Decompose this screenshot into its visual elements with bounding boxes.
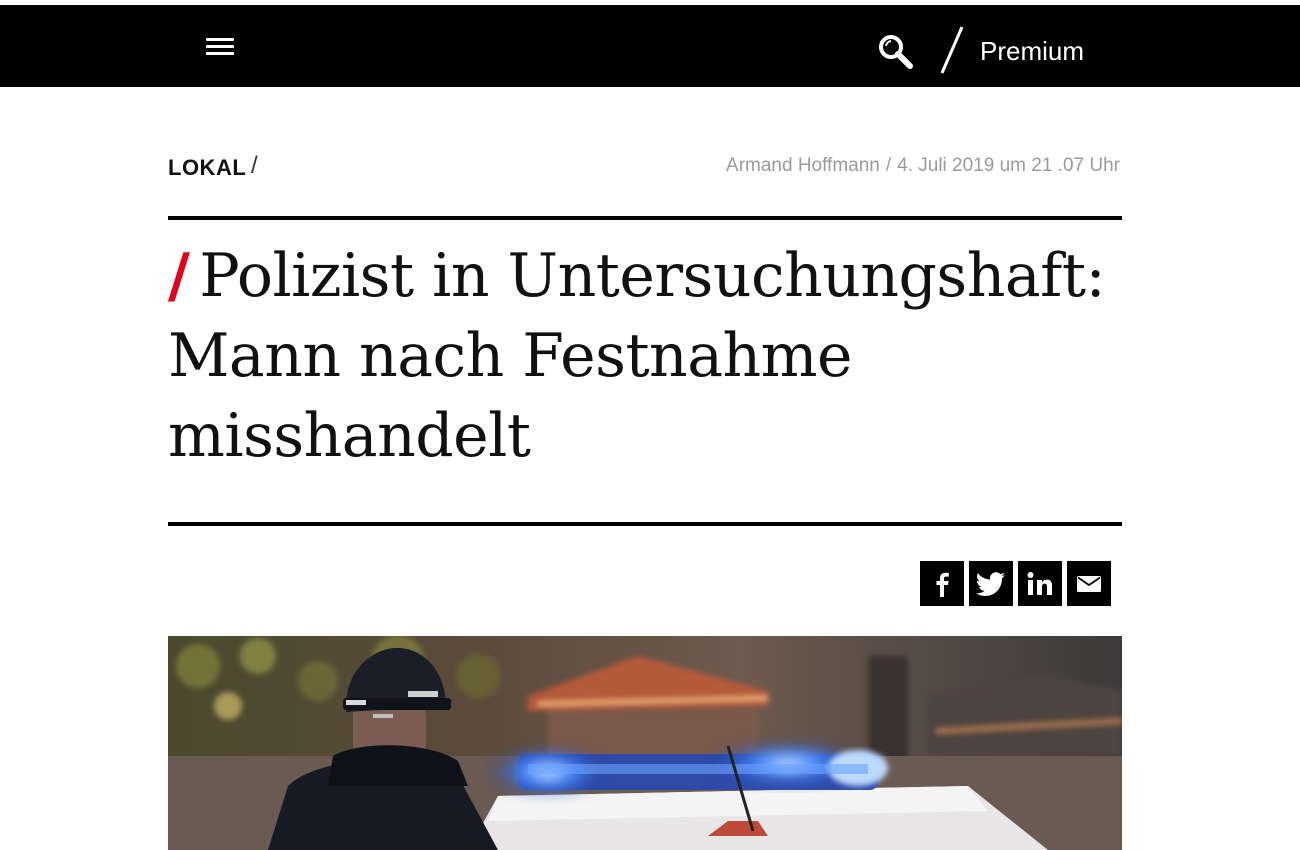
email-share-button[interactable] <box>1067 561 1111 606</box>
headline-bottom-rule <box>168 522 1122 526</box>
headline-accent-slash: / <box>168 241 190 311</box>
nav-slash-divider <box>940 26 964 74</box>
email-icon <box>1077 575 1101 592</box>
section-separator: / <box>251 152 258 179</box>
section-label[interactable]: LOKAL <box>168 155 246 181</box>
twitter-share-button[interactable] <box>969 561 1013 606</box>
hamburger-menu-icon[interactable] <box>206 38 234 56</box>
top-navigation-bar: Premium <box>0 5 1300 87</box>
linkedin-icon <box>1027 571 1052 595</box>
headline-top-rule <box>168 216 1122 220</box>
author-name[interactable]: Armand Hoffmann <box>726 155 880 176</box>
byline-separator: / <box>885 155 892 176</box>
premium-link[interactable]: Premium <box>980 35 1084 67</box>
share-buttons <box>920 561 1111 606</box>
article-headline: / Polizist in Untersuchungshaft: Mann nac… <box>168 236 1128 476</box>
facebook-icon <box>936 572 949 597</box>
linkedin-share-button[interactable] <box>1018 561 1062 606</box>
search-icon[interactable] <box>876 32 916 72</box>
facebook-share-button[interactable] <box>920 561 964 606</box>
twitter-icon <box>976 571 1005 596</box>
byline: Armand Hoffmann/4. Juli 2019 um 21 .07 U… <box>726 155 1120 177</box>
headline-text: Polizist in Untersuchungshaft: Mann nach… <box>168 241 1106 471</box>
article-hero-image <box>168 636 1122 850</box>
publish-date: 4. Juli 2019 um 21 .07 Uhr <box>897 155 1120 176</box>
police-officer-with-patrol-car-photo <box>168 636 1122 850</box>
